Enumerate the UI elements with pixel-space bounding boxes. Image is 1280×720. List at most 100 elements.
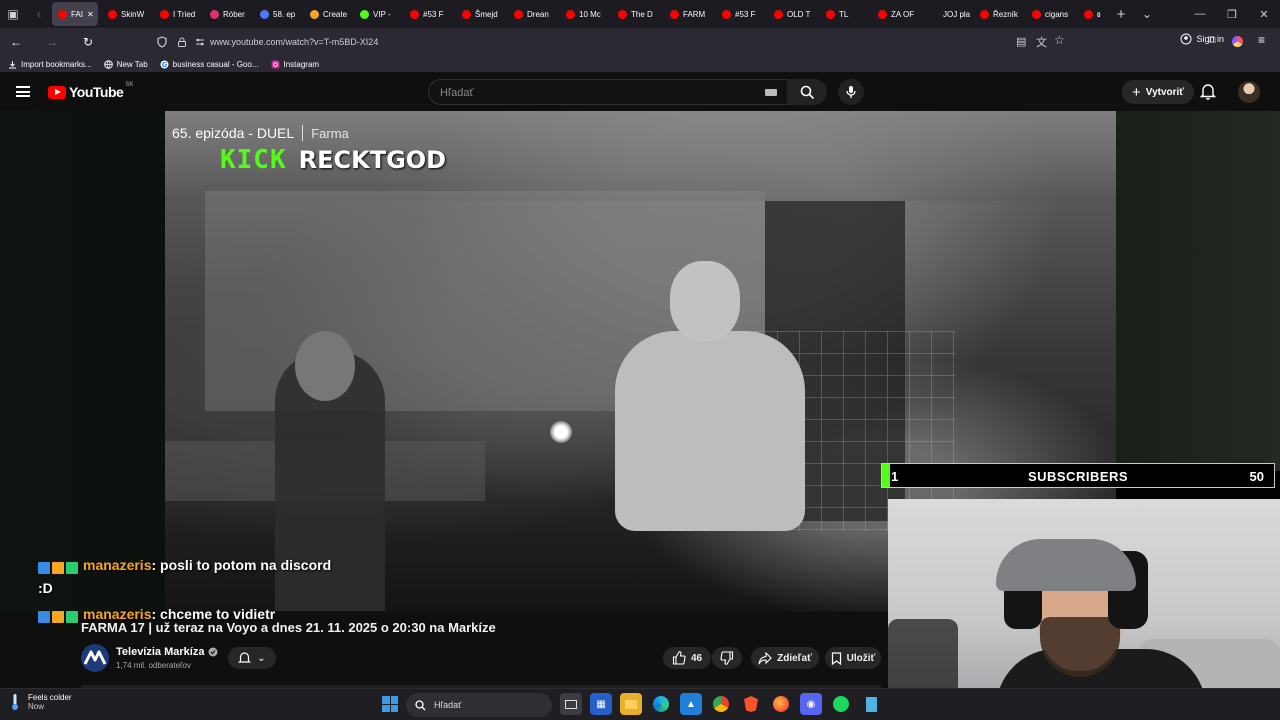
file-explorer-icon[interactable] [620,693,642,715]
browser-tab[interactable]: SkinW [102,2,150,26]
shield-icon[interactable] [156,36,168,48]
extensions-icon[interactable]: ⧉ [1208,34,1216,47]
tab-scroll-left-icon[interactable]: ‹ [26,0,52,28]
channel-avatar[interactable] [81,644,109,672]
bookmark-label: business casual - Goo... [172,59,259,69]
tab-label: 58. ep [273,9,296,19]
firefox-icon[interactable] [770,693,792,715]
user-avatar[interactable] [1238,81,1260,103]
tab-label: 10 Mc [579,9,601,19]
microsoft-store-icon[interactable]: ▦ [590,693,612,715]
lock-icon[interactable] [176,36,188,48]
profile-color-icon[interactable] [1232,36,1243,47]
close-window-icon[interactable]: ✕ [1248,0,1280,28]
browser-tab[interactable]: The D [612,2,660,26]
new-tab-icon[interactable]: + [1108,0,1134,28]
browser-tab[interactable]: VIP - [354,2,400,26]
weather-subtitle: Now [28,702,45,711]
tab-favicon-icon [108,9,117,19]
discord-icon[interactable]: ◉ [800,693,822,715]
sign-in-button[interactable]: Sign in [1180,33,1224,45]
channel-name-link[interactable]: Televízia Markíza [116,646,218,658]
browser-tab[interactable]: FAI ✕ [52,2,98,26]
save-bookmark-icon [831,651,841,665]
subscription-bell-button[interactable]: ⌄ [228,647,276,669]
create-button[interactable]: + Vytvoriť [1122,80,1195,104]
notepad-icon[interactable] [860,693,882,715]
tab-favicon-icon [160,9,169,19]
tab-label: cigans [1045,9,1069,19]
country-code: SK [125,82,134,88]
reload-icon[interactable]: ↻ [76,30,100,54]
browser-tab[interactable]: Róber [204,2,250,26]
tab-overview-icon[interactable]: ▣ [0,0,26,28]
save-button[interactable]: Uložiť [825,647,881,669]
browser-tab[interactable]: Create [304,2,350,26]
keyboard-icon[interactable] [765,89,777,96]
brave-icon[interactable] [740,693,762,715]
browser-tab[interactable]: #53 F [716,2,764,26]
url-text[interactable]: www.youtube.com/watch?v=T-m5BD-XI24 [210,37,378,47]
menu-icon[interactable]: ≡ [1258,33,1265,47]
weather-widget[interactable]: Feels colder Now [10,693,72,711]
spotify-icon[interactable] [830,693,852,715]
close-tab-icon[interactable]: ✕ [87,10,94,19]
restore-icon[interactable]: ❐ [1216,0,1248,28]
edge-icon[interactable] [650,693,672,715]
browser-tab[interactable]: I Tried [154,2,200,26]
browser-tab[interactable]: #53 F [404,2,452,26]
kick-streamer-name: RECKTGOD [298,146,447,174]
permissions-icon[interactable] [194,36,206,48]
search-placeholder: Hľadať [440,87,474,99]
dislike-button[interactable] [712,647,742,669]
tab-favicon-icon [878,9,887,19]
notifications-bell-icon[interactable] [1200,83,1216,100]
bookmark-item[interactable]: Import bookmarks... [8,60,92,69]
browser-tab[interactable]: Řezník [974,2,1022,26]
guide-menu-icon[interactable] [16,86,30,97]
browser-tab[interactable]: FARM [664,2,712,26]
kick-logo: KICK [220,145,287,175]
chat-badges [38,605,80,627]
browser-tab[interactable]: TL [820,2,868,26]
bookmark-item[interactable]: Instagram [271,60,319,69]
webcam-overlay [888,499,1280,720]
browser-tab[interactable]: 58. ep [254,2,300,26]
chrome-icon[interactable] [710,693,732,715]
task-view-icon[interactable] [560,693,582,715]
taskbar-search[interactable]: Hľadať [406,693,552,717]
browser-tab[interactable]: OLD T [768,2,816,26]
search-input[interactable]: Hľadať [428,79,788,105]
browser-tab[interactable]: ZA OF [872,2,920,26]
share-button[interactable]: Zdieľať [751,647,819,669]
photos-icon[interactable]: ▲ [680,693,702,715]
browser-tab[interactable]: cigans [1026,2,1074,26]
browser-tab[interactable]: 10 Mc [560,2,608,26]
tab-favicon-icon [1032,9,1041,19]
browser-tab[interactable]: Drean [508,2,556,26]
browser-tab[interactable]: JOJ play [924,2,970,26]
microphone-icon [846,86,856,98]
url-bar[interactable]: www.youtube.com/watch?v=T-m5BD-XI24 ▤ 文 … [156,31,1076,53]
tab-list-icon[interactable]: ⌄ [1134,0,1160,28]
tab-label: I Tried [173,9,196,19]
tab-favicon-icon [722,9,731,19]
minimize-icon[interactable]: — [1184,0,1216,28]
bookmark-star-icon[interactable]: ☆ [1054,33,1065,47]
bookmark-item[interactable]: New Tab [103,60,148,69]
search-button[interactable] [787,79,827,105]
tab-label: FARM [683,9,706,19]
like-button[interactable]: 46 [663,647,711,669]
reader-view-icon[interactable]: ▤ [1016,35,1026,48]
youtube-logo[interactable]: YouTube SK [48,82,134,100]
translate-icon[interactable]: 文 [1036,34,1047,50]
tab-favicon-icon [210,9,219,19]
bookmark-item[interactable]: Gbusiness casual - Goo... [160,60,259,69]
tab-favicon-icon [310,9,319,19]
windows-start-icon[interactable] [382,696,398,712]
back-icon[interactable]: ← [4,30,28,54]
show-label: Farma [311,125,349,141]
voice-search-button[interactable] [838,79,864,105]
browser-tab[interactable]: Šmejd [456,2,504,26]
forward-icon[interactable]: → [40,30,64,54]
